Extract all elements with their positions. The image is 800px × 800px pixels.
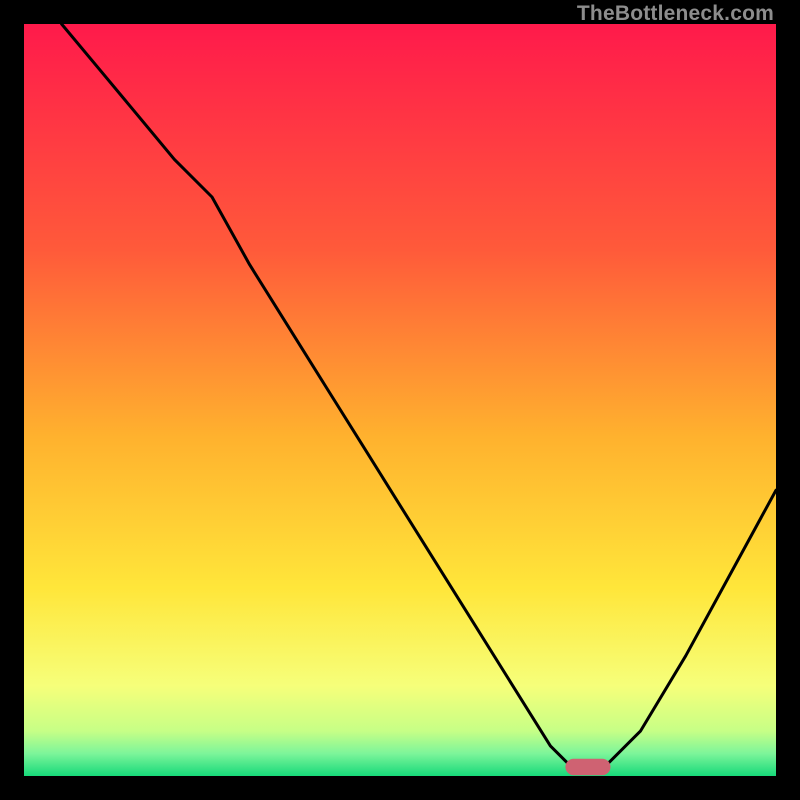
bottleneck-chart <box>24 24 776 776</box>
gradient-background <box>24 24 776 776</box>
chart-frame <box>24 24 776 776</box>
watermark-text: TheBottleneck.com <box>577 2 774 26</box>
optimal-marker <box>565 759 610 776</box>
